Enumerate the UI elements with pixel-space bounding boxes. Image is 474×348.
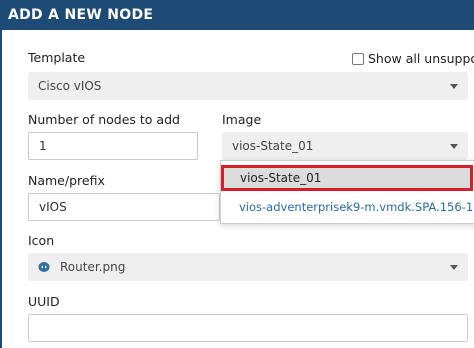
template-label: Template bbox=[28, 50, 86, 65]
icon-value: Router.png bbox=[60, 260, 126, 274]
image-value: vios-State_01 bbox=[232, 139, 314, 153]
nodes-input[interactable]: 1 bbox=[28, 132, 198, 160]
name-input[interactable]: vIOS bbox=[28, 193, 220, 221]
icon-select[interactable]: Router.png bbox=[28, 253, 468, 281]
router-icon bbox=[38, 262, 50, 272]
chevron-down-icon bbox=[450, 144, 458, 149]
image-dropdown-menu: vios-State_01 vios-adventerprisek9-m.vmd… bbox=[220, 160, 474, 224]
template-select[interactable]: Cisco vIOS bbox=[28, 72, 468, 100]
dialog-title: ADD A NEW NODE bbox=[2, 0, 474, 30]
image-select[interactable]: vios-State_01 bbox=[222, 132, 468, 160]
uuid-label: UUID bbox=[28, 294, 60, 309]
add-node-dialog: ADD A NEW NODE Template Show all unsuppo… bbox=[0, 0, 474, 348]
nodes-label: Number of nodes to add bbox=[28, 112, 180, 127]
image-option-selected[interactable]: vios-State_01 bbox=[221, 165, 473, 191]
show-all-label: Show all unsupport bbox=[368, 51, 474, 66]
image-option[interactable]: vios-adventerprisek9-m.vmdk.SPA.156-1.T bbox=[221, 195, 474, 219]
chevron-down-icon bbox=[450, 84, 458, 89]
show-all-checkbox[interactable] bbox=[352, 53, 364, 65]
image-label: Image bbox=[222, 112, 262, 127]
template-value: Cisco vIOS bbox=[38, 79, 102, 93]
name-label: Name/prefix bbox=[28, 173, 105, 188]
icon-label: Icon bbox=[28, 233, 55, 248]
chevron-down-icon bbox=[450, 265, 458, 270]
uuid-input[interactable] bbox=[28, 314, 468, 342]
